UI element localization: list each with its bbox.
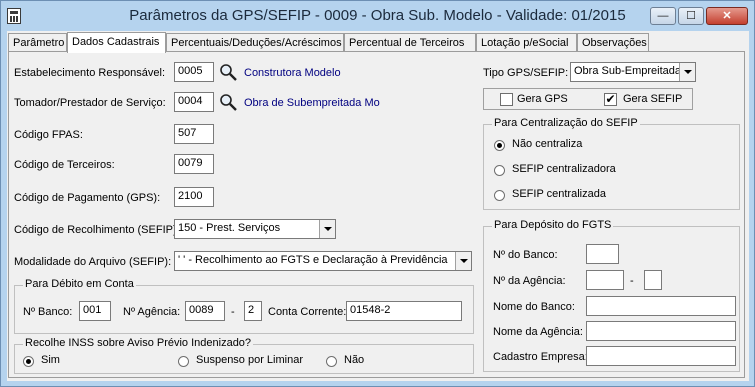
- tomador-code-input[interactable]: 0004: [174, 92, 214, 112]
- fgts-nome-agencia-input[interactable]: [586, 321, 736, 341]
- sefip-centralizada-label[interactable]: SEFIP centralizada: [512, 188, 606, 200]
- modalidade-value: ' ' - Recolhimento ao FGTS e Declaração …: [178, 254, 448, 266]
- tab-percentuais[interactable]: Percentuais/Deduções/Acréscimos: [166, 33, 344, 52]
- fgts-nome-banco-input[interactable]: [586, 296, 736, 316]
- recolhimento-label: Código de Recolhimento (SEFIP):: [14, 224, 180, 236]
- debito-banco-label: Nº Banco:: [23, 306, 73, 318]
- estab-label: Estabelecimento Responsável:: [14, 67, 166, 79]
- centralizacao-group: Para Centralização do SEFIP Não centrali…: [483, 117, 740, 210]
- inss-nao-radio[interactable]: [326, 356, 337, 367]
- inss-suspenso-label[interactable]: Suspenso por Liminar: [196, 354, 303, 366]
- debito-agencia-input[interactable]: 0089: [185, 301, 225, 321]
- gera-gps-label[interactable]: Gera GPS: [517, 93, 568, 105]
- fgts-agencia-input[interactable]: [586, 270, 624, 290]
- fgts-group: Para Depósito do FGTS Nº do Banco: Nº da…: [483, 219, 740, 372]
- tomador-name-link[interactable]: Obra de Subempreitada Mo: [244, 97, 380, 109]
- recolhimento-value: 150 - Prest. Serviços: [178, 222, 281, 234]
- gera-options: Gera GPS ✔ Gera SEFIP: [483, 88, 693, 110]
- title-bar: Parâmetros da GPS/SEFIP - 0009 - Obra Su…: [1, 1, 754, 31]
- fgts-agencia-dash: -: [630, 275, 634, 287]
- tipo-value: Obra Sub-Empreitada: [574, 65, 681, 77]
- search-estab-icon[interactable]: [218, 62, 238, 82]
- tomador-label: Tomador/Prestador de Serviço:: [14, 97, 166, 109]
- fpas-input[interactable]: 507: [174, 124, 214, 144]
- search-tomador-icon[interactable]: [218, 92, 238, 112]
- inss-suspenso-radio[interactable]: [178, 356, 189, 367]
- modalidade-select[interactable]: ' ' - Recolhimento ao FGTS e Declaração …: [174, 251, 472, 271]
- tipo-label: Tipo GPS/SEFIP:: [483, 67, 569, 79]
- tab-percentual-terceiros[interactable]: Percentual de Terceiros: [344, 33, 476, 52]
- chevron-down-icon[interactable]: [679, 63, 695, 81]
- debito-conta-label: Conta Corrente:: [268, 306, 347, 318]
- centralizacao-group-title: Para Centralização do SEFIP: [492, 117, 640, 129]
- tab-panel-dados-cadastrais: Estabelecimento Responsável: 0005 Constr…: [8, 51, 745, 378]
- inss-group-title: Recolhe INSS sobre Aviso Prévio Indeniza…: [23, 337, 254, 349]
- modalidade-label: Modalidade do Arquivo (SEFIP):: [14, 256, 172, 268]
- debito-agencia-dv-input[interactable]: 2: [244, 301, 262, 321]
- fgts-nome-banco-label: Nome do Banco:: [493, 301, 575, 313]
- debito-agencia-label: Nº Agência:: [123, 306, 181, 318]
- fgts-banco-input[interactable]: [586, 244, 619, 264]
- nao-centraliza-radio[interactable]: [494, 140, 505, 151]
- fgts-nome-agencia-label: Nome da Agência:: [493, 326, 583, 338]
- window: Parâmetros da GPS/SEFIP - 0009 - Obra Su…: [0, 0, 755, 387]
- tipo-select[interactable]: Obra Sub-Empreitada: [570, 62, 696, 82]
- tab-dados-cadastrais[interactable]: Dados Cadastrais: [67, 32, 166, 53]
- maximize-button[interactable]: ☐: [678, 7, 704, 25]
- fgts-banco-label: Nº do Banco:: [493, 249, 558, 261]
- debito-banco-input[interactable]: 001: [79, 301, 111, 321]
- inss-sim-radio[interactable]: [23, 356, 34, 367]
- gera-sefip-checkbox[interactable]: ✔: [604, 93, 617, 106]
- debito-group: Para Débito em Conta Nº Banco: 001 Nº Ag…: [14, 278, 474, 334]
- close-button[interactable]: ✕: [706, 7, 748, 25]
- inss-group: Recolhe INSS sobre Aviso Prévio Indeniza…: [14, 337, 474, 374]
- debito-conta-input[interactable]: 01548-2: [346, 301, 462, 321]
- window-title: Parâmetros da GPS/SEFIP - 0009 - Obra Su…: [129, 7, 626, 24]
- inss-sim-label[interactable]: Sim: [41, 354, 60, 366]
- chevron-down-icon[interactable]: [319, 220, 335, 238]
- fgts-agencia-label: Nº da Agência:: [493, 275, 566, 287]
- fgts-group-title: Para Depósito do FGTS: [492, 219, 614, 231]
- fgts-cadastro-input[interactable]: [586, 346, 736, 366]
- recolhimento-select[interactable]: 150 - Prest. Serviços: [174, 219, 336, 239]
- chevron-down-icon[interactable]: [455, 252, 471, 270]
- estab-code-input[interactable]: 0005: [174, 62, 214, 82]
- fgts-cadastro-label: Cadastro Empresa:: [493, 351, 588, 363]
- sefip-centralizada-radio[interactable]: [494, 190, 505, 201]
- pagamento-label: Código de Pagamento (GPS):: [14, 192, 161, 204]
- inss-nao-label[interactable]: Não: [344, 354, 364, 366]
- estab-name-link[interactable]: Construtora Modelo: [244, 67, 341, 79]
- pagamento-input[interactable]: 2100: [174, 187, 214, 207]
- sefip-centralizadora-radio[interactable]: [494, 165, 505, 176]
- sefip-centralizadora-label[interactable]: SEFIP centralizadora: [512, 163, 616, 175]
- debito-agencia-dash: -: [231, 306, 235, 318]
- terceiros-label: Código de Terceiros:: [14, 159, 115, 171]
- tab-lotacao-esocial[interactable]: Lotação p/eSocial: [476, 33, 577, 52]
- gera-sefip-label[interactable]: Gera SEFIP: [623, 93, 682, 105]
- minimize-button[interactable]: —: [650, 7, 676, 25]
- gera-gps-checkbox[interactable]: [500, 93, 513, 106]
- fpas-label: Código FPAS:: [14, 129, 83, 141]
- tab-parametro[interactable]: Parâmetro: [8, 33, 67, 52]
- nao-centraliza-label[interactable]: Não centraliza: [512, 138, 582, 150]
- tab-observacoes[interactable]: Observações: [577, 33, 649, 52]
- fgts-agencia-dv-input[interactable]: [644, 270, 662, 290]
- debito-group-title: Para Débito em Conta: [23, 278, 136, 290]
- terceiros-input[interactable]: 0079: [174, 154, 214, 174]
- client-area: Parâmetro Dados Cadastrais Percentuais/D…: [7, 31, 749, 381]
